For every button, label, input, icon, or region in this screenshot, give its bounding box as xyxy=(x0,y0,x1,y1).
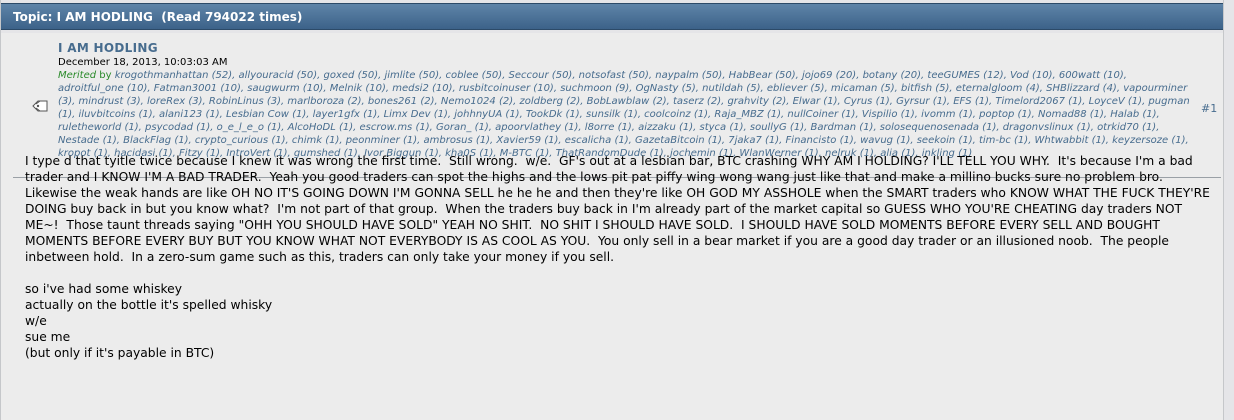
merited-label: Merited xyxy=(58,70,97,81)
forum-frame: Topic: I AM HODLING (Read 794022 times) … xyxy=(0,0,1224,420)
post-date: December 18, 2013, 10:03:03 AM xyxy=(58,57,228,68)
topic-title: Topic: I AM HODLING (Read 794022 times) xyxy=(13,10,303,24)
post-line: so i've had some whiskey xyxy=(25,282,183,296)
post-icon xyxy=(31,97,48,113)
post-line: sue me xyxy=(25,330,71,344)
post-line: actually on the bottle it's spelled whis… xyxy=(25,298,273,312)
post-number-link[interactable]: #1 xyxy=(1201,102,1217,115)
merited-by: by xyxy=(99,70,112,81)
post-line: (but only if it's payable in BTC) xyxy=(25,346,215,360)
post-line: w/e xyxy=(25,314,47,328)
post-paragraph: I type d that tyitle twice because I kne… xyxy=(25,154,1214,264)
post-author-link[interactable]: I AM HODLING xyxy=(58,41,158,55)
topic-header: Topic: I AM HODLING (Read 794022 times) xyxy=(1,3,1223,30)
merited-list: Merited by krogothmanhattan (52), allyou… xyxy=(58,69,1191,160)
post-body: I type d that tyitle twice because I kne… xyxy=(25,153,1217,361)
merited-users[interactable]: krogothmanhattan (52), allyouracid (50),… xyxy=(58,70,1190,159)
